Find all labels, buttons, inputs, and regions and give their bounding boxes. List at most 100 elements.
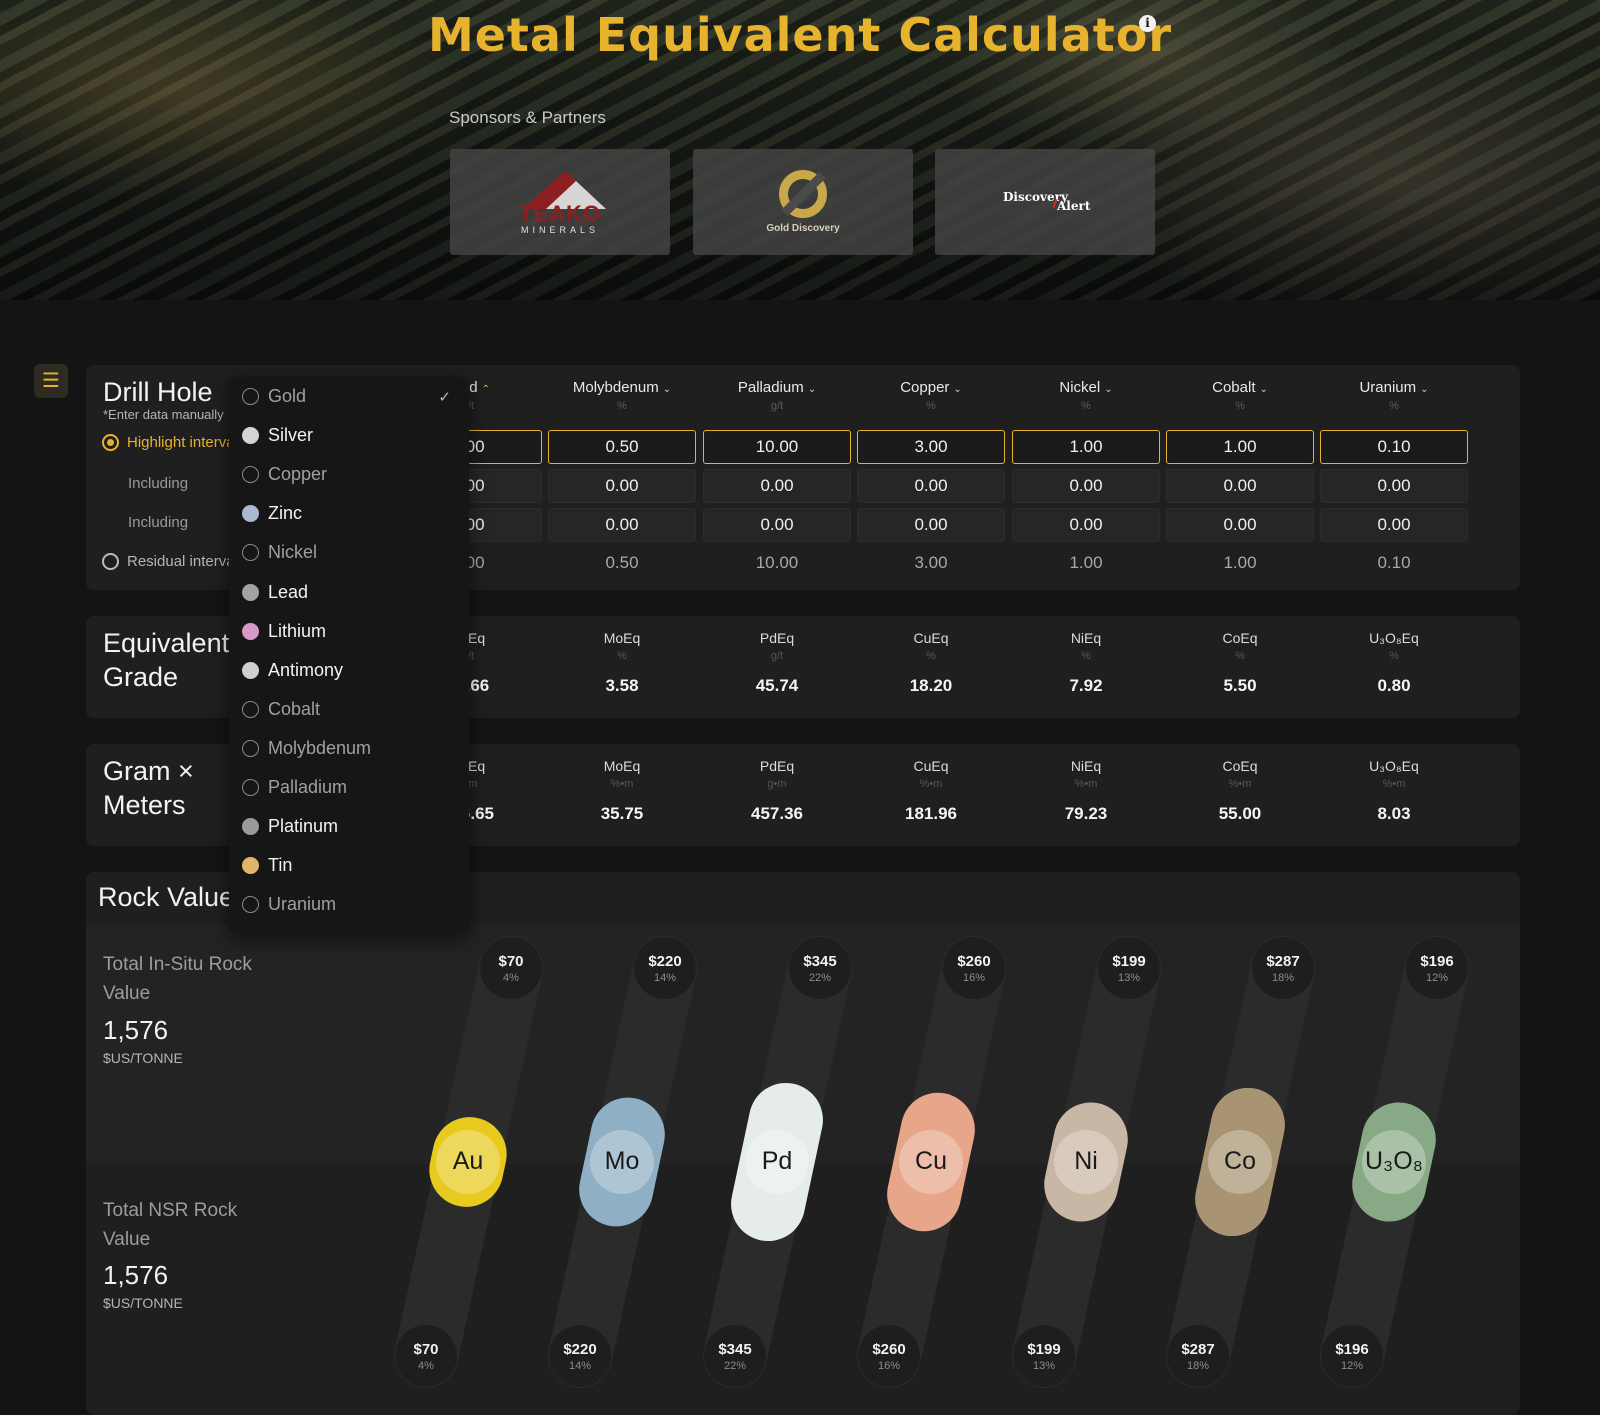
grade-input-inc1[interactable]: 0.00 — [548, 469, 696, 503]
sponsor-discovery-alert[interactable]: Discovery Alert — [935, 149, 1155, 255]
grade-input-inc2[interactable]: 0.00 — [857, 508, 1005, 542]
unit-label: % — [617, 400, 627, 412]
eq-value: 55.00 — [1218, 804, 1262, 823]
info-icon[interactable]: i — [1139, 15, 1156, 32]
metal-select[interactable]: Cobalt ⌄ — [1165, 379, 1315, 396]
dropdown-item-palladium[interactable]: Palladium — [242, 777, 347, 798]
value-bubble-top: $345 22% — [789, 937, 851, 999]
grade-input-inc1[interactable]: 0.00 — [703, 469, 851, 503]
dropdown-item-lead[interactable]: Lead — [242, 582, 308, 603]
grade-input-inc1[interactable]: 0.00 — [857, 469, 1005, 503]
sponsor-subname: MINERALS — [520, 225, 599, 235]
eq-label: NiEq — [1070, 630, 1102, 646]
grade-input-inc1[interactable]: 0.00 — [1012, 469, 1160, 503]
dropdown-item-lithium[interactable]: Lithium — [242, 621, 326, 642]
highlight-interval-radio[interactable]: Highlight interva — [102, 434, 235, 451]
dropdown-item-label: Palladium — [268, 777, 348, 797]
hero-banner: Metal Equivalent Calculator i Sponsors &… — [0, 0, 1600, 300]
column-header-copper[interactable]: Copper ⌄% — [856, 379, 1006, 412]
grade-input-inc2[interactable]: 0.00 — [1012, 508, 1160, 542]
grade-input-inc1[interactable]: 0.00 — [1320, 469, 1468, 503]
sponsor-name: TEAKO — [519, 201, 601, 226]
drill-hole-title: Drill Hole — [103, 377, 213, 407]
grade-input-inc2[interactable]: 0.00 — [1320, 508, 1468, 542]
eq-value: 18.20 — [909, 676, 953, 695]
eq-value: 181.96 — [905, 804, 957, 823]
dropdown-item-platinum[interactable]: Platinum — [242, 816, 338, 837]
value-bubble-top: $287 18% — [1252, 937, 1314, 999]
column-header-palladium[interactable]: Palladium ⌄ g/t — [702, 379, 852, 412]
metal-select[interactable]: Nickel ⌄ — [1011, 379, 1161, 396]
sponsor-teako[interactable]: TEAKO MINERALS — [450, 149, 670, 255]
grade-input-highlight[interactable]: 1.00 — [1012, 430, 1160, 464]
grade-input-inc1[interactable]: 0.00 — [1166, 469, 1314, 503]
grade-input-highlight[interactable]: 10.00 — [703, 430, 851, 464]
title-line: Equivalent — [103, 628, 230, 658]
dropdown-item-label: Lead — [268, 581, 309, 602]
bubble-percent: 22% — [723, 1360, 747, 1372]
dropdown-item-gold[interactable]: Gold — [242, 386, 306, 407]
equivalent-grade-cell: NiEq% 7.92 — [1011, 630, 1161, 696]
grade-input-highlight[interactable]: 1.00 — [1166, 430, 1314, 464]
bubble-value: $70 — [498, 953, 524, 970]
grade-input-highlight[interactable]: 0.50 — [548, 430, 696, 464]
dropdown-item-nickel[interactable]: Nickel — [242, 542, 317, 563]
dropdown-item-label: Zinc — [268, 503, 303, 524]
metal-select[interactable]: Molybdenum ⌄ — [547, 379, 697, 396]
dropdown-item-zinc[interactable]: Zinc — [242, 503, 302, 524]
column-header-molybdenum[interactable]: Molybdenum ⌄% — [547, 379, 697, 412]
gram-meter-cell: U₃O₈Eq %•m 8.03 — [1319, 758, 1469, 824]
unit-label: % — [926, 400, 936, 412]
eq-label: U₃O₈Eq — [1369, 758, 1419, 774]
dropdown-item-label: Tin — [268, 855, 293, 876]
settings-sliders-button[interactable]: ☰ — [34, 364, 68, 398]
bubble-value: $345 — [803, 953, 837, 970]
dropdown-item-cobalt[interactable]: Cobalt — [242, 699, 320, 720]
dropdown-item-antimony[interactable]: Antimony — [242, 660, 343, 681]
grade-input-highlight[interactable]: 3.00 — [857, 430, 1005, 464]
grade-input-inc2[interactable]: 0.00 — [703, 508, 851, 542]
value-bubble-top: $260 16% — [943, 937, 1005, 999]
dropdown-item-label: Nickel — [268, 542, 318, 563]
dropdown-item-uranium[interactable]: Uranium — [242, 894, 336, 915]
eq-label: CoEq — [1222, 758, 1258, 774]
grade-input-inc2[interactable]: 0.00 — [1166, 508, 1314, 542]
metal-select[interactable]: Uranium ⌄ — [1319, 379, 1469, 396]
metal-label: Palladium — [737, 379, 804, 396]
metal-dot-icon — [242, 466, 259, 484]
metal-symbol: Pd — [761, 1147, 793, 1175]
dropdown-item-silver[interactable]: Silver — [242, 425, 313, 446]
unit-label: % — [1235, 400, 1245, 412]
dropdown-item-molybdenum[interactable]: Molybdenum — [242, 738, 371, 759]
grade-input-highlight[interactable]: 0.10 — [1320, 430, 1468, 464]
gram-meter-cell: PdEq g•m 457.36 — [702, 758, 852, 824]
residual-interval-radio[interactable]: Residual interva — [102, 553, 235, 570]
column-header-nickel[interactable]: Nickel ⌄% — [1011, 379, 1161, 412]
column-header-cobalt[interactable]: Cobalt ⌄% — [1165, 379, 1315, 412]
dropdown-item-copper[interactable]: Copper — [242, 464, 327, 485]
sponsor-gold-discovery[interactable]: Gold Discovery — [693, 149, 913, 255]
bubble-percent: 12% — [1425, 972, 1449, 984]
dropdown-item-label: Lithium — [268, 620, 327, 641]
eq-value: 45.74 — [755, 676, 799, 695]
bubble-percent: 18% — [1271, 972, 1295, 984]
eq-unit: %•m — [919, 778, 943, 790]
column-header-uranium[interactable]: Uranium ⌄% — [1319, 379, 1469, 412]
eq-unit: % — [926, 650, 936, 662]
check-icon: ✓ — [438, 389, 451, 406]
sponsors-label: Sponsors & Partners — [449, 108, 606, 127]
metal-dot-icon — [242, 700, 259, 718]
dropdown-item-label: Antimony — [268, 659, 344, 680]
grade-input-inc2[interactable]: 0.00 — [548, 508, 696, 542]
dropdown-item-tin[interactable]: Tin — [242, 855, 292, 876]
equivalent-grade-cell: MoEq% 3.58 — [547, 630, 697, 696]
sponsor-name: Gold Discovery — [766, 223, 840, 234]
residual-value: 1.00 — [1223, 553, 1257, 572]
bubble-percent: 14% — [568, 1360, 592, 1372]
chevron-up-icon: ⌃ — [481, 384, 491, 395]
metal-select[interactable]: Copper ⌄ — [856, 379, 1006, 396]
metal-select[interactable]: Palladium ⌄ — [702, 379, 852, 396]
gram-meter-cell: CoEq %•m 55.00 — [1165, 758, 1315, 824]
metal-dot-icon — [242, 739, 259, 757]
bubble-value: $260 — [957, 953, 991, 970]
